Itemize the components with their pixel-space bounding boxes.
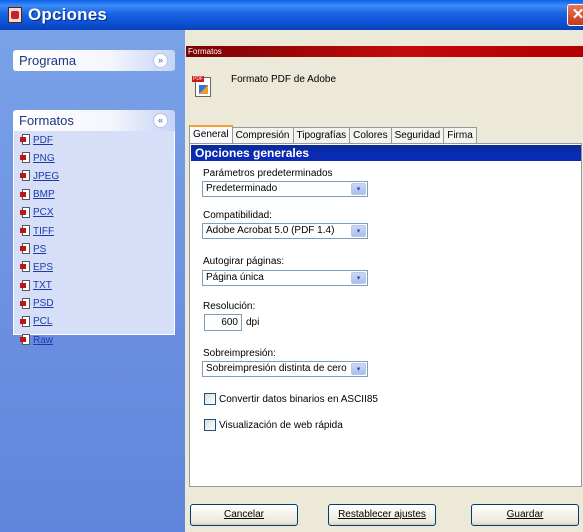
document-icon (20, 206, 30, 219)
document-icon (20, 225, 30, 237)
fastweb-label: Visualización de web rápida (219, 419, 343, 431)
document-icon (20, 134, 30, 146)
cancel-button[interactable]: Cancelar (190, 504, 298, 526)
right-panel: Formatos PDF Formato PDF de Adobe Genera… (185, 30, 583, 532)
presets-select[interactable]: Predeterminado ▾ (202, 181, 368, 197)
format-link[interactable]: PSD (33, 298, 54, 309)
format-link[interactable]: TXT (33, 280, 52, 291)
format-link[interactable]: EPS (33, 262, 53, 273)
options-panel: Opciones generales Parámetros predetermi… (189, 143, 582, 487)
format-link[interactable]: JPEG (33, 171, 59, 182)
format-item-ps[interactable]: PS (14, 240, 174, 258)
format-list: PDF PNG JPEG BMP PCX TIFF PS EPS TXT PSD… (13, 131, 175, 346)
overprint-label: Sobreimpresión: (203, 348, 276, 359)
presets-value: Predeterminado (206, 183, 278, 194)
format-link[interactable]: PS (33, 244, 46, 255)
document-icon (20, 188, 30, 201)
document-icon (20, 279, 30, 292)
format-item-eps[interactable]: EPS (14, 258, 174, 276)
format-item-jpeg[interactable]: JPEG (14, 167, 174, 185)
document-icon (20, 243, 30, 255)
overprint-select[interactable]: Sobreimpresión distinta de cero ▾ (202, 361, 368, 377)
ascii85-checkbox[interactable] (204, 393, 216, 405)
title-bar: Opciones ✕ (0, 0, 583, 30)
tab-general[interactable]: General (189, 125, 233, 143)
compat-value: Adobe Acrobat 5.0 (PDF 1.4) (206, 225, 335, 236)
fastweb-checkbox[interactable] (204, 419, 216, 431)
reset-button[interactable]: Restablecer ajustes (328, 504, 436, 526)
document-icon (20, 170, 30, 182)
resolution-unit: dpi (246, 317, 260, 328)
section-title: Formatos (186, 46, 583, 57)
resolution-label: Resolución: (203, 301, 256, 312)
format-item-bmp[interactable]: BMP (14, 186, 174, 204)
tab-compresion[interactable]: Compresión (231, 127, 294, 143)
document-icon (20, 315, 30, 328)
format-link[interactable]: PDF (33, 135, 53, 146)
format-item-tiff[interactable]: TIFF (14, 222, 174, 240)
format-item-png[interactable]: PNG (14, 149, 174, 167)
window-title: Opciones (28, 5, 108, 24)
format-description: Formato PDF de Adobe (231, 74, 337, 85)
options-title: Opciones generales (191, 145, 581, 161)
document-icon (20, 334, 30, 346)
chevron-down-icon[interactable]: ▾ (351, 272, 366, 284)
format-item-raw[interactable]: Raw (14, 331, 174, 349)
compat-select[interactable]: Adobe Acrobat 5.0 (PDF 1.4) ▾ (202, 223, 368, 239)
format-link[interactable]: PNG (33, 153, 55, 164)
compat-label: Compatibilidad: (203, 210, 272, 221)
chevron-collapse-icon[interactable]: « (153, 113, 168, 128)
format-item-txt[interactable]: TXT (14, 277, 174, 295)
presets-label: Parámetros predeterminados (203, 168, 333, 179)
overprint-value: Sobreimpresión distinta de cero (206, 363, 347, 374)
format-item-pdf[interactable]: PDF (14, 131, 174, 149)
document-icon (20, 297, 30, 310)
left-panel: Programa » Formatos « PDF PNG JPEG BMP P… (0, 30, 185, 532)
chevron-down-icon[interactable]: ▾ (351, 183, 366, 195)
group-label-formatos: Formatos (19, 113, 74, 128)
tab-firma[interactable]: Firma (443, 127, 477, 143)
format-link[interactable]: PCL (33, 316, 52, 327)
chevron-down-icon[interactable]: ▾ (351, 225, 366, 237)
format-link[interactable]: TIFF (33, 226, 54, 237)
format-item-pcx[interactable]: PCX (14, 204, 174, 222)
format-item-psd[interactable]: PSD (14, 295, 174, 313)
chevron-down-icon[interactable]: ▾ (351, 363, 366, 375)
tab-colores[interactable]: Colores (349, 127, 392, 143)
format-link[interactable]: Raw (33, 335, 53, 346)
ascii85-label: Convertir datos binarios en ASCII85 (219, 393, 378, 405)
save-button[interactable]: Guardar (471, 504, 579, 526)
autorotate-label: Autogirar páginas: (203, 256, 285, 267)
app-icon (8, 7, 22, 23)
document-icon (20, 152, 30, 164)
group-header-formatos[interactable]: Formatos « (13, 110, 175, 131)
group-label-programa: Programa (19, 53, 77, 68)
tab-tipografias[interactable]: Tipografías (292, 127, 351, 143)
resolution-input[interactable]: 600 (204, 314, 242, 331)
ascii85-option[interactable]: Convertir datos binarios en ASCII85 (204, 393, 378, 405)
tab-bar: General Compresión Tipografías Colores S… (189, 125, 477, 143)
pdf-format-icon: PDF (192, 76, 212, 98)
fastweb-option[interactable]: Visualización de web rápida (204, 419, 343, 431)
close-button[interactable]: ✕ (567, 4, 583, 26)
format-link[interactable]: BMP (33, 189, 55, 200)
autorotate-value: Página única (206, 272, 264, 283)
format-item-pcl[interactable]: PCL (14, 313, 174, 331)
tab-seguridad[interactable]: Seguridad (390, 127, 445, 143)
chevron-expand-icon[interactable]: » (153, 53, 168, 68)
document-icon (20, 261, 30, 273)
autorotate-select[interactable]: Página única ▾ (202, 270, 368, 286)
group-header-programa[interactable]: Programa » (13, 50, 175, 71)
format-link[interactable]: PCX (33, 207, 54, 218)
